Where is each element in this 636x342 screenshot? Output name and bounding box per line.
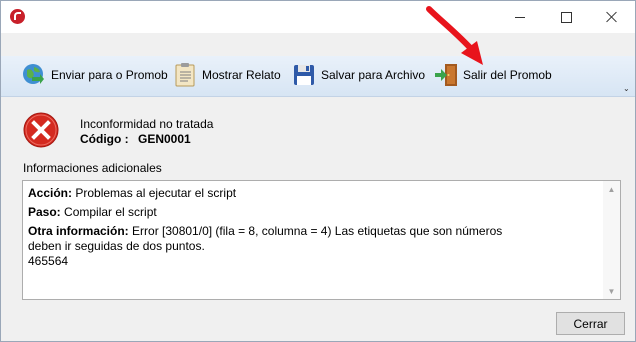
other-info-line: Otra información: Error [30801/0] (fila … (28, 224, 598, 239)
toolbar-overflow-chevron-icon[interactable]: ⌄ (623, 85, 631, 93)
promob-app-icon (10, 9, 25, 24)
action-label: Acción: (28, 186, 73, 200)
clipboard-report-icon (175, 63, 195, 87)
red-annotation-arrow-icon (426, 6, 483, 65)
step-value: Compilar el script (64, 205, 157, 219)
save-to-file-label: Salvar para Archivo (321, 68, 426, 82)
error-code-label: Código : (80, 132, 129, 146)
error-code-line: Código : GEN0001 (80, 132, 191, 146)
error-code-value: GEN0001 (138, 132, 191, 146)
action-value: Problemas al ejecutar el script (75, 186, 237, 200)
close-icon (606, 11, 618, 23)
show-report-button[interactable]: Mostrar Relato (172, 61, 281, 89)
other-info-value-line1: Error [30801/0] (fila = 8, columna = 4) … (132, 224, 503, 238)
error-title: Inconformidad no tratada (80, 117, 214, 131)
step-label: Paso: (28, 205, 61, 219)
maximize-button[interactable] (543, 1, 589, 33)
maximize-icon (560, 11, 572, 23)
minimize-button[interactable] (497, 1, 543, 33)
additional-info-label: Informaciones adicionales (23, 161, 162, 175)
show-report-label: Mostrar Relato (202, 68, 281, 82)
error-icon (23, 112, 59, 148)
action-line: Acción: Problemas al ejecutar el script (28, 186, 598, 201)
globe-send-icon (23, 64, 44, 84)
error-dialog-window: Enviar para o Promob Mostrar Relato Salv… (0, 0, 636, 342)
send-to-promob-button[interactable]: Enviar para o Promob (21, 61, 168, 89)
vertical-scrollbar[interactable]: ▲ ▼ (603, 181, 620, 299)
floppy-disk-icon (294, 65, 314, 85)
step-line: Paso: Compilar el script (28, 205, 598, 220)
close-window-button[interactable] (589, 1, 635, 33)
other-info-value-line2: deben ir seguidas de dos puntos. (28, 239, 205, 253)
minimize-icon (515, 16, 525, 18)
scroll-up-arrow-icon[interactable]: ▲ (603, 181, 620, 197)
save-to-file-button[interactable]: Salvar para Archivo (291, 61, 425, 89)
other-info-value-line3: 465564 (28, 254, 69, 268)
title-bar (1, 1, 635, 33)
send-to-promob-label: Enviar para o Promob (51, 68, 168, 82)
close-button[interactable]: Cerrar (556, 312, 625, 335)
additional-info-content: Acción: Problemas al ejecutar el script … (28, 186, 598, 269)
scroll-down-arrow-icon[interactable]: ▼ (603, 283, 620, 299)
other-info-label: Otra información: (28, 224, 129, 238)
additional-info-textbox[interactable]: Acción: Problemas al ejecutar el script … (22, 180, 621, 300)
toolbar: Enviar para o Promob Mostrar Relato Salv… (1, 56, 635, 97)
